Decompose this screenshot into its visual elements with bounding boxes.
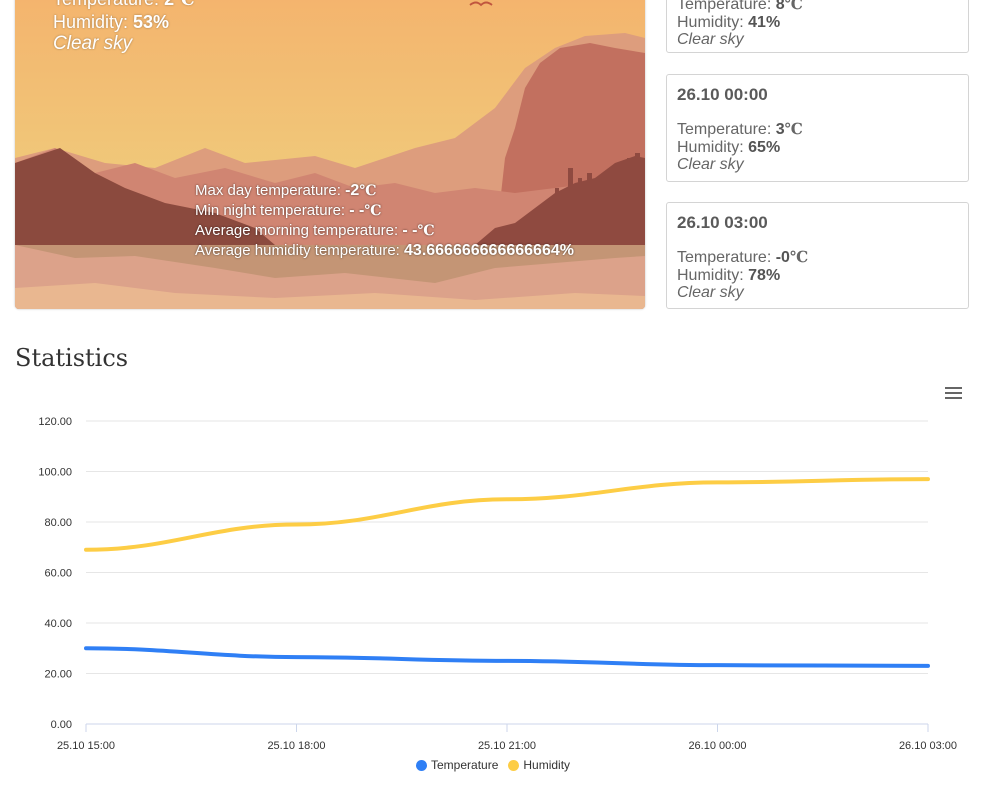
forecast-time: 26.10 00:00	[677, 85, 768, 104]
current-temperature-value: 2	[164, 0, 174, 9]
x-tick-label: 25.10 18:00	[267, 740, 325, 752]
series-line-temperature	[84, 646, 930, 668]
current-temperature-label: Temperature:	[53, 0, 159, 9]
forecast-humidity-value: 65%	[748, 139, 781, 156]
max-day-value: -2	[345, 182, 360, 199]
forecast-card[interactable]: 26.10 00:00 Temperature: 3℃ Humidity: 65…	[666, 74, 969, 182]
legend-humidity-label: Humidity	[523, 758, 571, 772]
forecast-humidity-label: Humidity:	[677, 14, 744, 31]
chart-legend: Temperature Humidity	[416, 758, 570, 772]
current-humidity-label: Humidity:	[53, 12, 129, 32]
legend-temperature-marker	[416, 759, 427, 771]
forecast-humidity-value: 78%	[748, 267, 781, 284]
y-tick-label: 0.00	[51, 719, 72, 731]
min-night-temperature: Min night temperature: - -℃	[195, 201, 574, 221]
x-tick-label: 25.10 21:00	[478, 740, 536, 752]
forecast-card[interactable]: 26.10 03:00 Temperature: -0℃ Humidity: 7…	[666, 202, 969, 309]
degree-unit: ℃	[174, 0, 195, 10]
degree-unit: ℃	[417, 223, 435, 239]
forecast-card[interactable]: Temperature: 8℃ Humidity: 41% Clear sky	[666, 0, 969, 53]
legend-item-humidity[interactable]: Humidity	[508, 758, 570, 772]
forecast-temperature: Temperature: -0℃	[677, 248, 968, 267]
max-day-label: Max day temperature:	[195, 182, 341, 199]
avg-humidity-label: Average humidity temperature:	[195, 242, 400, 259]
current-weather-card: Temperature: 2℃ Humidity: 53% Clear sky …	[15, 0, 645, 309]
forecast-description: Clear sky	[677, 31, 744, 48]
degree-unit: ℃	[784, 0, 803, 13]
current-weather-summary: Temperature: 2℃ Humidity: 53% Clear sky	[53, 0, 195, 55]
forecast-temperature-label: Temperature:	[677, 121, 772, 138]
forecast-description: Clear sky	[677, 156, 744, 173]
forecast-humidity: Humidity: 65%	[677, 139, 968, 157]
min-night-value: - -	[349, 202, 365, 219]
degree-unit: ℃	[789, 248, 809, 266]
forecast-humidity: Humidity: 78%	[677, 267, 968, 285]
forecast-description: Clear sky	[677, 284, 744, 301]
forecast-temperature: Temperature: 3℃	[677, 120, 968, 139]
series-line-humidity	[84, 477, 930, 552]
forecast-time: 26.10 03:00	[677, 213, 768, 232]
y-tick-label: 20.00	[44, 669, 72, 681]
forecast-temperature-value: -0	[775, 249, 790, 266]
degree-unit: ℃	[784, 120, 803, 138]
degree-unit: ℃	[364, 203, 382, 219]
current-description: Clear sky	[53, 33, 133, 54]
forecast-temperature-label: Temperature:	[677, 0, 772, 13]
statistics-chart: 0.00 20.00 40.00 60.00 80.00 100.00 120.00 25.1…	[38, 416, 957, 752]
forecast-temperature: Temperature: 8℃	[677, 0, 968, 14]
forecast-humidity-label: Humidity:	[677, 139, 744, 156]
forecast-temperature-label: Temperature:	[677, 249, 772, 266]
legend-humidity-marker	[508, 759, 520, 771]
legend-temperature-label: Temperature	[431, 758, 499, 772]
avg-humidity-value: 43.666666666666664%	[404, 242, 574, 259]
degree-unit: ℃	[359, 183, 377, 199]
current-humidity: Humidity: 53%	[53, 11, 195, 33]
section-title: Statistics	[15, 344, 129, 372]
legend-item-temperature[interactable]: Temperature	[416, 758, 498, 772]
min-night-label: Min night temperature:	[195, 202, 346, 219]
x-tick-label: 26.10 03:00	[899, 740, 957, 752]
current-temperature: Temperature: 2℃	[53, 0, 195, 11]
avg-morning-temperature: Average morning temperature: - -℃	[195, 221, 574, 241]
max-day-temperature: Max day temperature: -2℃	[195, 181, 574, 201]
chart-menu-icon[interactable]	[945, 387, 962, 401]
avg-morning-value: - -	[402, 222, 418, 239]
forecast-humidity-value: 41%	[748, 14, 781, 31]
x-tick-label: 26.10 00:00	[688, 740, 746, 752]
y-tick-label: 120.00	[38, 416, 72, 428]
avg-humidity: Average humidity temperature: 43.6666666…	[195, 241, 574, 261]
forecast-humidity-label: Humidity:	[677, 267, 744, 284]
forecast-temperature-value: 3	[775, 121, 785, 138]
daily-stats: Max day temperature: -2℃ Min night tempe…	[195, 181, 574, 261]
y-tick-label: 100.00	[38, 467, 72, 479]
avg-morning-label: Average morning temperature:	[195, 222, 399, 239]
y-tick-label: 80.00	[44, 517, 72, 529]
x-tick-label: 25.10 15:00	[57, 740, 115, 752]
y-tick-label: 40.00	[44, 618, 72, 630]
forecast-temperature-value: 8	[775, 0, 785, 13]
forecast-humidity: Humidity: 41%	[677, 14, 968, 32]
y-tick-label: 60.00	[44, 568, 72, 580]
current-humidity-value: 53%	[133, 12, 170, 32]
